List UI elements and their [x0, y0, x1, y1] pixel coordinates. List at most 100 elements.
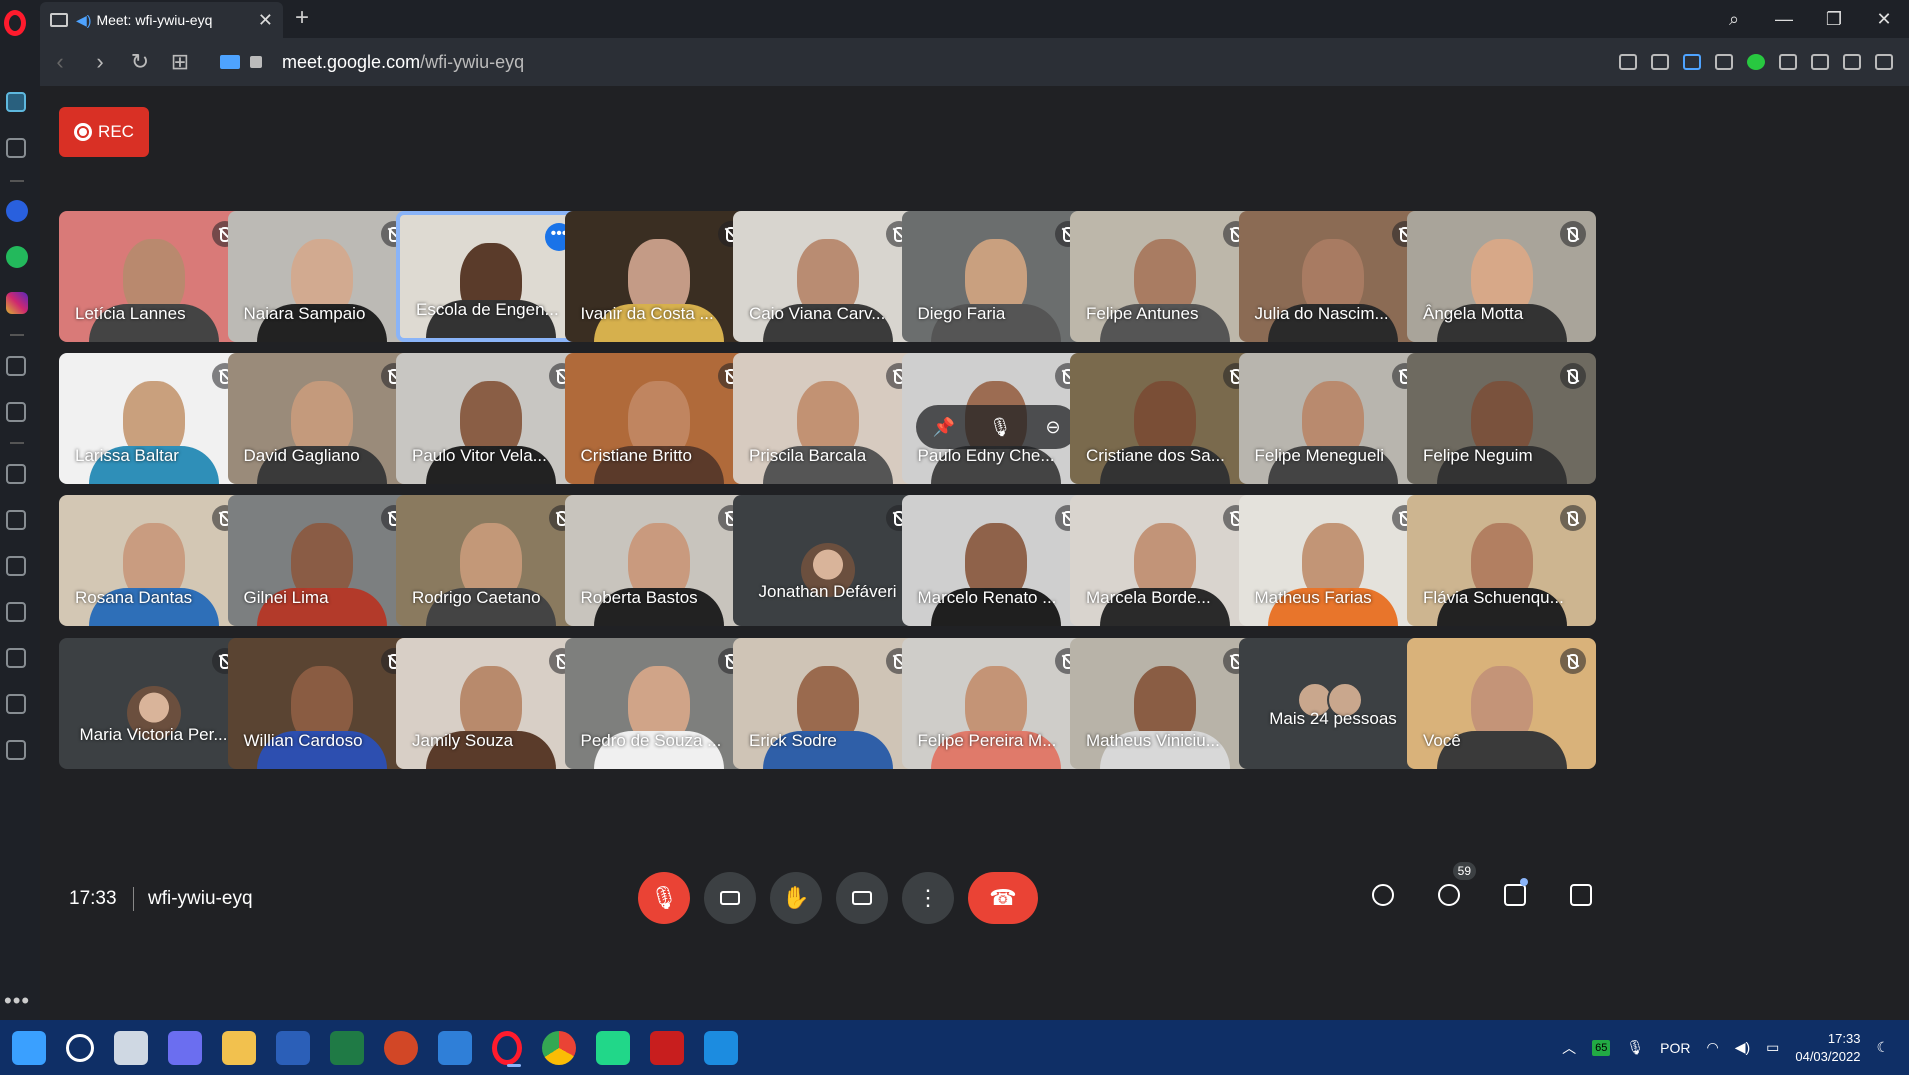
mic-off-button[interactable]: 🎙	[638, 872, 690, 924]
cube-icon[interactable]	[1779, 54, 1797, 70]
reload-icon[interactable]: ↻	[120, 49, 160, 75]
participant-tile[interactable]: Rodrigo Caetano	[396, 495, 585, 626]
participant-tile[interactable]: Julia do Nascim...	[1238, 211, 1428, 342]
chat-button[interactable]	[1494, 874, 1536, 916]
more-people-tile[interactable]: Mais 24 pessoas	[1238, 638, 1428, 769]
participant-tile[interactable]: Jamily Souza	[396, 638, 585, 769]
forward-icon[interactable]: ›	[80, 49, 120, 75]
heart-icon[interactable]	[6, 510, 26, 530]
participant-tile[interactable]: Marcelo Renato ...	[901, 495, 1091, 626]
participant-tile[interactable]: Cristiane Britto	[564, 353, 754, 484]
participant-tile[interactable]: Pedro de Souza ...	[564, 638, 754, 769]
bookmarks-icon[interactable]	[6, 138, 26, 158]
file-explorer-icon[interactable]	[222, 1030, 256, 1065]
teams-chat-icon[interactable]	[168, 1030, 202, 1065]
wifi-icon[interactable]: ◠	[1706, 1039, 1718, 1056]
close-tab-icon[interactable]: ✕	[258, 10, 273, 31]
opera-logo-icon[interactable]	[4, 10, 26, 36]
history-icon[interactable]	[6, 648, 26, 668]
participant-tile[interactable]: Caio Viana Carv...	[733, 211, 922, 342]
vpn-icon[interactable]	[1747, 54, 1765, 70]
participant-tile[interactable]: Ângela Motta	[1407, 211, 1596, 342]
snapshot-icon[interactable]	[1651, 54, 1669, 70]
participant-tile[interactable]: Flávia Schuenqu...	[1407, 495, 1596, 626]
microphone-icon[interactable]: 🎙	[1626, 1039, 1644, 1056]
participant-tile[interactable]: Felipe Antunes	[1070, 211, 1259, 342]
camera-permission-icon[interactable]	[220, 55, 240, 69]
pycharm-icon[interactable]	[596, 1030, 630, 1065]
participant-tile[interactable]: Felipe Pereira M...	[901, 638, 1091, 769]
instagram-icon[interactable]	[6, 292, 28, 314]
participant-tile[interactable]: Matheus Farias	[1238, 495, 1428, 626]
search-icon[interactable]	[66, 1033, 94, 1062]
participant-tile[interactable]: David Gagliano	[227, 353, 417, 484]
workspaces-icon[interactable]	[6, 464, 26, 484]
acrobat-icon[interactable]	[650, 1030, 684, 1065]
vscode-icon[interactable]	[704, 1030, 738, 1065]
present-button[interactable]	[836, 872, 888, 924]
participant-tile[interactable]: Roberta Bastos	[564, 495, 754, 626]
more-sidebar-icon[interactable]: •••	[4, 988, 30, 1014]
language-indicator[interactable]: POR	[1660, 1040, 1690, 1056]
participant-tile[interactable]: Letícia Lannes	[59, 211, 248, 342]
camera-button[interactable]	[704, 872, 756, 924]
participant-tile[interactable]: Erick Sodre	[733, 638, 922, 769]
start-icon[interactable]	[12, 1030, 46, 1065]
news-icon[interactable]	[6, 556, 26, 576]
restore-button[interactable]: ❐	[1809, 9, 1859, 30]
chrome-icon[interactable]	[542, 1030, 576, 1065]
mute-icon[interactable]: 🎙	[989, 417, 1012, 438]
participant-tile[interactable]: Felipe Menegueli	[1238, 353, 1428, 484]
activities-button[interactable]	[1560, 874, 1602, 916]
raise-hand-button[interactable]: ✋	[770, 872, 822, 924]
volume-icon[interactable]: ◀)	[1735, 1039, 1750, 1056]
people-button[interactable]: 59	[1428, 862, 1476, 916]
send-icon[interactable]	[6, 402, 26, 422]
participant-tile[interactable]: Marcela Borde...	[1070, 495, 1259, 626]
edit-icon[interactable]	[1619, 54, 1637, 70]
send-icon[interactable]	[1683, 54, 1701, 70]
home-icon[interactable]	[6, 92, 26, 112]
lock-icon[interactable]	[250, 56, 262, 68]
remove-icon[interactable]: ⊖	[1045, 417, 1060, 438]
participant-tile[interactable]: Gilnei Lima	[227, 495, 417, 626]
powerpoint-icon[interactable]	[384, 1030, 418, 1065]
player-icon[interactable]	[6, 356, 26, 376]
new-tab-button[interactable]: +	[295, 4, 309, 32]
participant-tile[interactable]: ••• Escola de Engen...	[396, 211, 585, 342]
task-view-icon[interactable]	[114, 1030, 148, 1065]
store-icon[interactable]	[438, 1030, 472, 1065]
participant-tile[interactable]: Naiara Sampaio	[227, 211, 417, 342]
meeting-details-button[interactable]	[1362, 874, 1404, 916]
moon-icon[interactable]: ☾	[1876, 1039, 1889, 1056]
tray-clock[interactable]: 17:33 04/03/2022	[1795, 1030, 1860, 1066]
leave-call-button[interactable]: ☎	[968, 872, 1038, 924]
more-options-button[interactable]: ⋮	[902, 872, 954, 924]
participant-tile[interactable]: Ivanir da Costa ...	[564, 211, 754, 342]
participant-tile[interactable]: Rosana Dantas	[59, 495, 248, 626]
opera-taskbar-icon[interactable]	[492, 1030, 522, 1067]
participant-tile[interactable]: Willian Cardoso	[227, 638, 417, 769]
participant-tile[interactable]: Matheus Viniciu...	[1070, 638, 1259, 769]
whatsapp-icon[interactable]	[6, 246, 28, 268]
pin-icon[interactable]: 📌	[932, 417, 954, 438]
recording-badge[interactable]: REC	[59, 107, 149, 157]
participant-tile[interactable]: Cristiane dos Sa...	[1070, 353, 1259, 484]
participant-tile[interactable]: Diego Faria	[901, 211, 1091, 342]
messenger-icon[interactable]	[6, 200, 28, 222]
chevron-up-icon[interactable]: ︿	[1562, 1038, 1576, 1058]
participant-tile[interactable]: 📌 🎙 ⊖ Paulo Edny Che...	[901, 353, 1091, 484]
url-field[interactable]: meet.google.com/wfi-ywiu-eyq	[282, 52, 1619, 73]
word-icon[interactable]	[276, 1030, 310, 1065]
participant-tile[interactable]: Jonathan Defáveri	[733, 495, 922, 626]
participant-tile[interactable]: Você	[1407, 638, 1596, 769]
participant-tile[interactable]: Felipe Neguim	[1407, 353, 1596, 484]
app-badge[interactable]: 65	[1592, 1039, 1611, 1056]
download-icon[interactable]	[1811, 54, 1829, 70]
downloads-icon[interactable]	[6, 694, 26, 714]
participant-tile[interactable]: Larissa Baltar	[59, 353, 248, 484]
minimize-button[interactable]: —	[1759, 9, 1809, 30]
search-tabs-icon[interactable]: ⌕	[1709, 9, 1759, 30]
extensions-icon[interactable]	[6, 740, 26, 760]
close-window-button[interactable]: ✕	[1859, 9, 1909, 30]
